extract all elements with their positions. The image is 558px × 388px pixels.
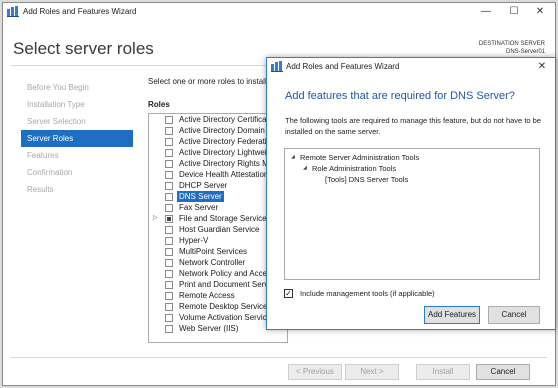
nav-item-before-you-begin[interactable]: Before You Begin [21,79,133,96]
install-button[interactable]: Install [416,364,470,380]
role-checkbox[interactable] [165,160,173,168]
role-name: Active Directory Federatio [179,137,272,146]
role-checkbox-partial[interactable] [165,215,173,223]
role-checkbox[interactable] [165,204,173,212]
cancel-button[interactable]: Cancel [476,364,530,380]
expanded-triangle-icon[interactable]: ◢ [291,152,295,163]
page-title: Select server roles [13,39,154,58]
maximize-button[interactable]: ☐ [501,3,527,21]
tree-node-label: Role Administration Tools [312,164,397,173]
role-checkbox[interactable] [165,193,173,201]
nav-item-results[interactable]: Results [21,181,133,198]
role-checkbox[interactable] [165,237,173,245]
destination-label: DESTINATION SERVER [478,41,545,47]
dialog-description: The following tools are required to mana… [285,116,541,136]
role-name: File and Storage Services [179,214,271,223]
role-checkbox[interactable] [165,226,173,234]
dialog-cancel-button[interactable]: Cancel [488,306,540,324]
role-checkbox[interactable] [165,127,173,135]
role-name: Device Health Attestation [179,170,269,179]
tree-node-label: Remote Server Administration Tools [300,153,420,162]
dialog-heading: Add features that are required for DNS S… [285,90,515,102]
role-checkbox[interactable] [165,138,173,146]
dialog-title-bar: Add Roles and Features Wizard ✕ [267,58,555,76]
role-name: Active Directory Certificat [179,115,269,124]
required-features-tree[interactable]: ◢ Remote Server Administration Tools ◢ R… [284,148,540,280]
next-button[interactable]: Next > [345,364,399,380]
role-name: Active Directory Lightwei [179,148,267,157]
wizard-nav: Before You Begin Installation Type Serve… [21,79,133,198]
expand-arrow-icon[interactable]: ▷ [153,213,158,224]
role-name: MultiPoint Services [179,247,248,256]
nav-item-confirmation[interactable]: Confirmation [21,164,133,181]
close-button[interactable]: ✕ [527,3,553,21]
role-checkbox[interactable] [165,281,173,289]
expanded-triangle-icon[interactable]: ◢ [303,163,307,174]
role-checkbox[interactable] [165,292,173,300]
add-features-button[interactable]: Add Features [424,306,480,324]
tree-node[interactable]: [Tools] DNS Server Tools [285,174,539,185]
role-name: Fax Server [179,203,219,212]
role-name: DHCP Server [179,181,228,190]
role-name: Web Server (IIS) [179,324,239,333]
nav-item-server-selection[interactable]: Server Selection [21,113,133,130]
role-checkbox[interactable] [165,303,173,311]
role-name: Remote Desktop Services [179,302,272,311]
role-name: DNS Server [177,191,224,202]
role-checkbox[interactable] [165,171,173,179]
role-name: Active Directory Domain [179,126,265,135]
dialog-title: Add Roles and Features Wizard [286,62,400,71]
role-checkbox[interactable] [165,270,173,278]
role-name: Hyper-V [179,236,209,245]
window-title: Add Roles and Features Wizard [23,7,137,16]
minimize-button[interactable]: — [473,3,499,21]
tree-node[interactable]: ◢ Role Administration Tools [285,163,539,174]
nav-item-installation-type[interactable]: Installation Type [21,96,133,113]
role-checkbox[interactable] [165,259,173,267]
role-name: Network Policy and Acces [179,269,272,278]
role-checkbox[interactable] [165,248,173,256]
server-manager-icon [271,61,283,72]
destination-server: DESTINATION SERVER DNS-Server01 [479,40,545,56]
dialog-close-button[interactable]: ✕ [531,58,553,76]
tree-node[interactable]: ◢ Remote Server Administration Tools [285,152,539,163]
roles-header: Roles [148,100,170,109]
footer-divider [11,357,547,358]
role-name: Volume Activation Service [179,313,272,322]
nav-item-features[interactable]: Features [21,147,133,164]
role-checkbox[interactable] [165,325,173,333]
role-checkbox[interactable] [165,314,173,322]
server-manager-icon [7,6,19,17]
add-features-dialog: Add Roles and Features Wizard ✕ Add feat… [266,57,556,330]
include-tools-checkbox[interactable]: ✓ [284,289,293,298]
role-checkbox[interactable] [165,182,173,190]
previous-button[interactable]: < Previous [288,364,342,380]
nav-item-server-roles[interactable]: Server Roles [21,130,133,147]
tree-node-label: [Tools] DNS Server Tools [325,175,409,184]
role-name: Print and Document Serv [179,280,269,289]
destination-server-name: DNS-Server01 [505,49,545,55]
role-name: Network Controller [179,258,246,267]
title-bar: Add Roles and Features Wizard — ☐ ✕ [3,3,555,21]
instruction-text: Select one or more roles to install [148,77,267,86]
role-name: Remote Access [179,291,235,300]
role-checkbox[interactable] [165,116,173,124]
role-name: Host Guardian Service [179,225,260,234]
include-tools-label: Include management tools (if applicable) [300,289,435,298]
role-name: Active Directory Rights M [179,159,269,168]
role-checkbox[interactable] [165,149,173,157]
